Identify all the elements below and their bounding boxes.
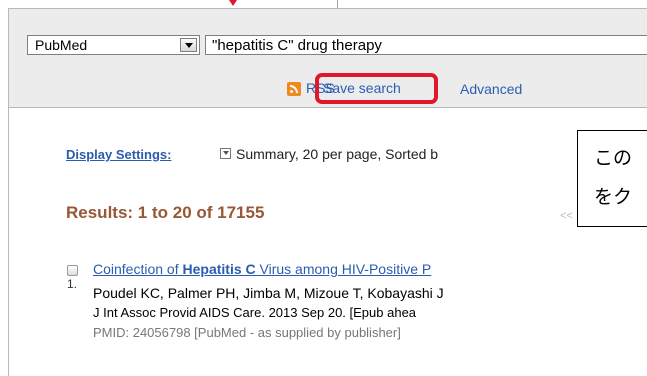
result-title-pre: Coinfection of xyxy=(93,261,183,277)
arrow-down-icon xyxy=(225,0,241,6)
result-number: 1. xyxy=(67,277,78,291)
result-title-post: Virus among HIV-Positive P xyxy=(255,261,432,277)
pager-first[interactable]: << xyxy=(560,210,573,222)
advanced-link[interactable]: Advanced xyxy=(460,81,522,97)
top-strip xyxy=(0,0,647,8)
divider xyxy=(337,0,338,8)
display-settings-toggle-icon[interactable] xyxy=(220,148,231,159)
callout-line-2: をク xyxy=(594,186,633,208)
display-settings-value: Summary, 20 per page, Sorted b xyxy=(236,146,439,162)
dropdown-icon[interactable] xyxy=(180,38,197,52)
content-left-border xyxy=(8,106,9,376)
search-input[interactable]: "hepatitis C" drug therapy xyxy=(205,35,647,55)
result-pmid: PMID: 24056798 [PubMed - as supplied by … xyxy=(93,325,401,340)
result-authors: Poudel KC, Palmer PH, Jimba M, Mizoue T,… xyxy=(93,285,444,301)
database-select[interactable]: PubMed xyxy=(27,35,200,55)
database-select-value: PubMed xyxy=(35,37,88,53)
results-count: Results: 1 to 20 of 17155 xyxy=(66,203,265,222)
rss-icon[interactable] xyxy=(287,82,301,96)
display-settings-link[interactable]: Display Settings: xyxy=(66,147,171,162)
result-journal: J Int Assoc Provid AIDS Care. 2013 Sep 2… xyxy=(93,305,417,320)
save-search-link[interactable]: Save search xyxy=(323,80,401,96)
search-input-value: "hepatitis C" drug therapy xyxy=(212,37,382,54)
result-title-link[interactable]: Coinfection of Hepatitis C Virus among H… xyxy=(93,261,431,277)
callout-line-1: この xyxy=(594,147,633,169)
checkbox-icon[interactable] xyxy=(67,265,78,276)
annotation-callout: この をク xyxy=(577,130,647,227)
result-title-highlight: Hepatitis C xyxy=(182,261,256,277)
